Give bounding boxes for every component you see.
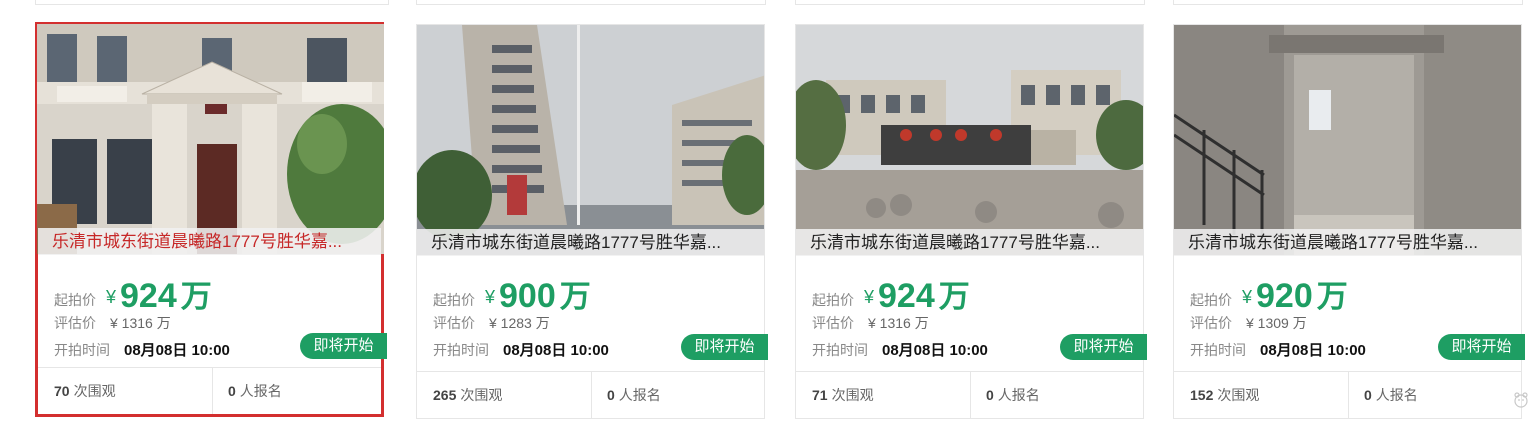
signup-count-label: 人报名 — [618, 387, 661, 403]
listing-title[interactable]: 乐清市城东街道晨曦路1777号胜华嘉... — [796, 229, 1143, 256]
listing-card[interactable]: 乐清市城东街道晨曦路1777号胜华嘉... 起拍价 ¥900 万 评估价 ¥ 1283… — [416, 24, 768, 419]
start-price-unit: 万 — [559, 279, 591, 314]
view-count: 71 次围观 — [812, 372, 874, 418]
view-count-value: 71 — [812, 387, 828, 403]
eval-price-row: 评估价 ¥ 1309 万 — [1190, 313, 1307, 333]
auction-time-label: 开拍时间 — [812, 342, 868, 358]
start-price-value: 924 — [878, 277, 935, 315]
auction-time-row: 开拍时间 08月08日 10:00 — [433, 339, 609, 360]
eval-price-label: 评估价 — [812, 315, 854, 331]
start-price-value: 900 — [499, 277, 556, 315]
view-count-label: 次围观 — [73, 383, 116, 399]
signup-count-value: 0 — [607, 387, 615, 403]
auction-time-label: 开拍时间 — [433, 342, 489, 358]
signup-count-value: 0 — [986, 387, 994, 403]
listing-photo-villa-entrance[interactable] — [37, 24, 384, 254]
currency-symbol: ¥ — [106, 287, 117, 307]
start-price-unit: 万 — [180, 279, 212, 314]
listing-title[interactable]: 乐清市城东街道晨曦路1777号胜华嘉... — [38, 228, 381, 255]
previous-row-edge — [0, 0, 1539, 6]
start-price-row: 起拍价 ¥920 万 — [1190, 271, 1348, 316]
listing-photo-high-rise[interactable] — [417, 25, 764, 255]
signup-count-value: 0 — [228, 383, 236, 399]
view-count-label: 次围观 — [1217, 387, 1260, 403]
signup-count-label: 人报名 — [1375, 387, 1418, 403]
card-footer: 70 次围观 0 人报名 — [38, 367, 381, 414]
view-count-value: 265 — [433, 387, 457, 403]
auction-time-value: 08月08日 10:00 — [1260, 342, 1366, 359]
listing-photo-unfinished-interior[interactable] — [1174, 25, 1521, 255]
currency-symbol: ¥ — [485, 287, 496, 307]
auction-time-value: 08月08日 10:00 — [124, 342, 230, 359]
signup-count: 0 人报名 — [1364, 372, 1418, 418]
start-price-value: 920 — [1256, 277, 1313, 315]
card-footer: 265 次围观 0 人报名 — [417, 371, 764, 418]
auction-time-label: 开拍时间 — [54, 342, 110, 358]
view-count-value: 152 — [1190, 387, 1214, 403]
signup-count: 0 人报名 — [607, 372, 661, 418]
currency-symbol: ¥ — [1242, 287, 1253, 307]
listing-title[interactable]: 乐清市城东街道晨曦路1777号胜华嘉... — [1174, 229, 1521, 256]
footer-divider — [970, 372, 971, 418]
view-count-label: 次围观 — [460, 387, 503, 403]
currency-symbol: ¥ — [864, 287, 875, 307]
start-price-label: 起拍价 — [812, 292, 854, 308]
auction-time-value: 08月08日 10:00 — [503, 342, 609, 359]
eval-price-label: 评估价 — [54, 315, 96, 331]
eval-price-value: ¥ 1316 万 — [868, 315, 929, 331]
footer-divider — [591, 372, 592, 418]
footer-divider — [1348, 372, 1349, 418]
view-count: 265 次围观 — [433, 372, 502, 418]
status-badge: 即将开始 — [1438, 334, 1525, 360]
status-badge: 即将开始 — [300, 333, 387, 359]
listing-title[interactable]: 乐清市城东街道晨曦路1777号胜华嘉... — [417, 229, 764, 256]
eval-price-label: 评估价 — [433, 315, 475, 331]
view-count: 152 次围观 — [1190, 372, 1259, 418]
auction-time-row: 开拍时间 08月08日 10:00 — [812, 339, 988, 360]
signup-count-label: 人报名 — [239, 383, 282, 399]
footer-divider — [212, 368, 213, 414]
auction-time-label: 开拍时间 — [1190, 342, 1246, 358]
start-price-unit: 万 — [938, 279, 970, 314]
eval-price-value: ¥ 1283 万 — [489, 315, 550, 331]
signup-count-value: 0 — [1364, 387, 1372, 403]
cartoon-animal-icon[interactable] — [1513, 392, 1529, 408]
start-price-row: 起拍价 ¥924 万 — [812, 271, 970, 316]
start-price-label: 起拍价 — [54, 292, 96, 308]
listing-card[interactable]: 乐清市城东街道晨曦路1777号胜华嘉... 起拍价 ¥924 万 评估价 ¥ 1316… — [35, 22, 387, 417]
listing-card[interactable]: 乐清市城东街道晨曦路1777号胜华嘉... 起拍价 ¥920 万 评估价 ¥ 1309… — [1173, 24, 1525, 419]
start-price-label: 起拍价 — [433, 292, 475, 308]
start-price-unit: 万 — [1316, 279, 1348, 314]
card-footer: 71 次围观 0 人报名 — [796, 371, 1143, 418]
listing-card[interactable]: 乐清市城东街道晨曦路1777号胜华嘉... 起拍价 ¥924 万 评估价 ¥ 1316… — [795, 24, 1147, 419]
auction-time-row: 开拍时间 08月08日 10:00 — [54, 339, 230, 360]
start-price-row: 起拍价 ¥924 万 — [54, 271, 212, 316]
view-count: 70 次围观 — [54, 368, 116, 414]
start-price-label: 起拍价 — [1190, 292, 1232, 308]
status-badge: 即将开始 — [681, 334, 768, 360]
auction-time-value: 08月08日 10:00 — [882, 342, 988, 359]
eval-price-row: 评估价 ¥ 1283 万 — [433, 313, 550, 333]
eval-price-row: 评估价 ¥ 1316 万 — [812, 313, 929, 333]
eval-price-label: 评估价 — [1190, 315, 1232, 331]
eval-price-value: ¥ 1309 万 — [1246, 315, 1307, 331]
listing-photo-gated-plaza[interactable] — [796, 25, 1143, 255]
card-footer: 152 次围观 0 人报名 — [1174, 371, 1521, 418]
view-count-label: 次围观 — [831, 387, 874, 403]
start-price-row: 起拍价 ¥900 万 — [433, 271, 591, 316]
signup-count: 0 人报名 — [986, 372, 1040, 418]
eval-price-row: 评估价 ¥ 1316 万 — [54, 313, 171, 333]
eval-price-value: ¥ 1316 万 — [110, 315, 171, 331]
status-badge: 即将开始 — [1060, 334, 1147, 360]
auction-time-row: 开拍时间 08月08日 10:00 — [1190, 339, 1366, 360]
start-price-value: 924 — [120, 277, 177, 315]
signup-count: 0 人报名 — [228, 368, 282, 414]
signup-count-label: 人报名 — [997, 387, 1040, 403]
view-count-value: 70 — [54, 383, 70, 399]
